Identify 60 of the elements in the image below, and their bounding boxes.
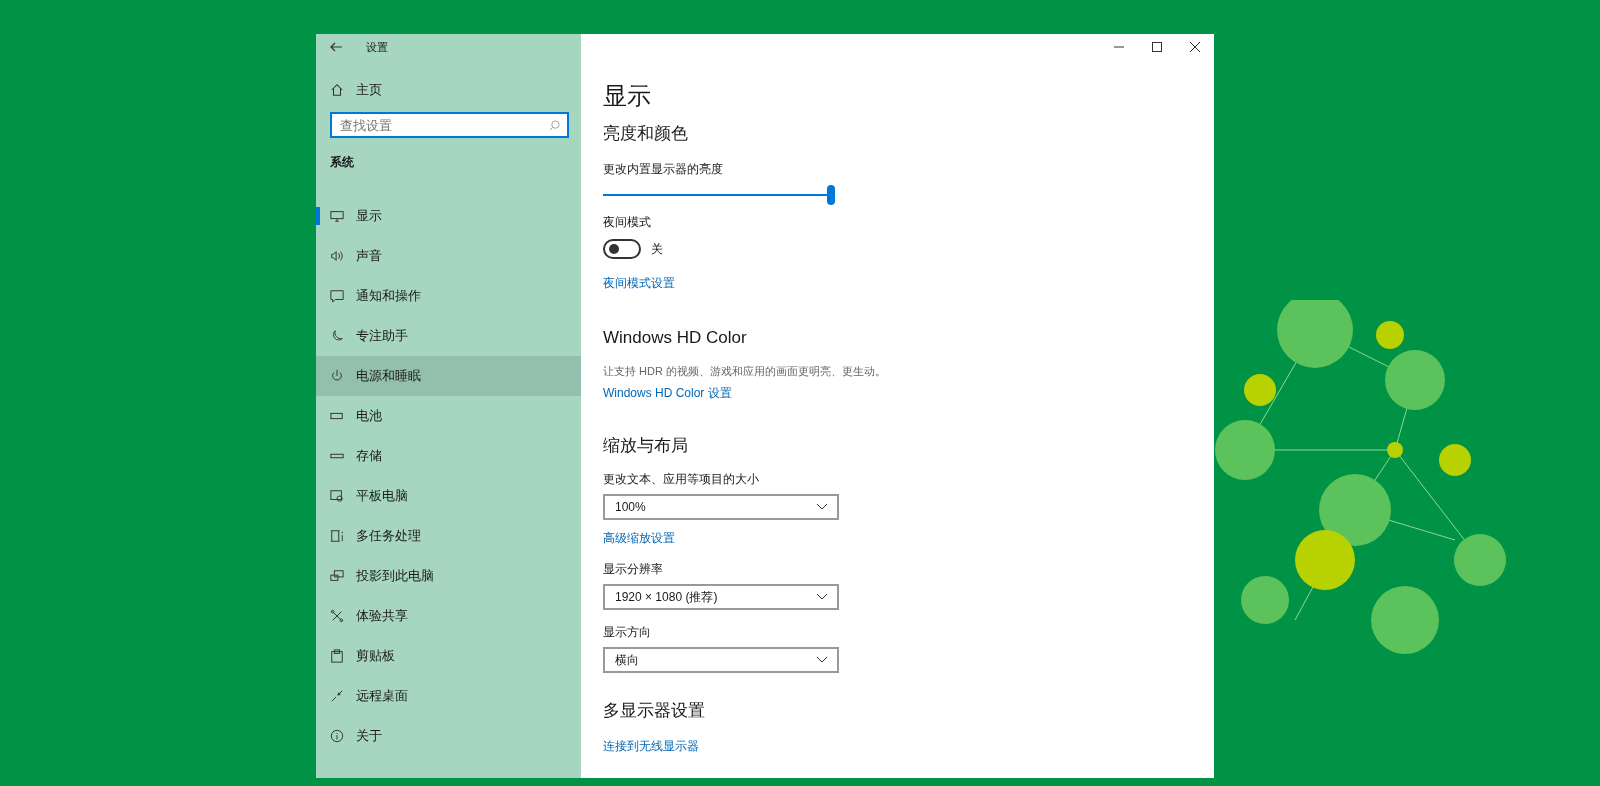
back-arrow-icon[interactable] [330,42,342,52]
settings-link[interactable]: 夜间模式设置 [603,275,675,292]
speaker-icon [330,249,344,263]
remote-icon [330,689,344,703]
settings-link[interactable]: Windows HD Color 设置 [603,385,732,402]
info-icon [330,729,344,743]
description-text: 让支持 HDR 的视频、游戏和应用的画面更明亮、更生动。 [603,364,886,379]
share-icon [330,609,344,623]
chevron-down-icon [817,504,827,510]
search-icon [549,120,560,131]
section-heading: 系统 [330,154,355,171]
sidebar-item[interactable]: 远程桌面 [316,676,581,716]
sidebar-item[interactable]: 关于 [316,716,581,756]
dropdown-label: 更改文本、应用等项目的大小 [603,471,759,488]
section-heading: 多显示器设置 [603,700,705,722]
sidebar-item[interactable]: 投影到此电脑 [316,556,581,596]
close-icon[interactable] [1190,42,1200,52]
multitask-icon [330,529,344,543]
home-nav-item[interactable]: 主页 [330,74,581,106]
sidebar-item[interactable]: 通知和操作 [316,276,581,316]
section-heading: 缩放与布局 [603,435,688,457]
search-field[interactable]: 查找设置 [330,112,569,138]
toggle-label: 夜间模式 [603,214,651,231]
sidebar-item[interactable]: 剪贴板 [316,636,581,676]
sidebar-item[interactable]: 平板电脑 [316,476,581,516]
sidebar-item[interactable]: 存储 [316,436,581,476]
sidebar-item[interactable]: 电池 [316,396,581,436]
window-title: 设置 [366,39,388,55]
settings-link[interactable]: 连接到无线显示器 [603,738,699,755]
slider-thumb[interactable] [827,185,835,205]
page-title: 显示 [603,81,651,111]
dropdown-label: 显示方向 [603,624,651,641]
brightness-slider[interactable] [603,184,835,206]
sidebar-item[interactable]: 专注助手 [316,316,581,356]
power-icon [330,369,344,383]
section-heading: Windows HD Color [603,328,747,348]
section-heading: 亮度和颜色 [603,123,688,145]
clipboard-icon [330,649,344,663]
sidebar-item[interactable]: 显示 [316,196,581,236]
projection-icon [330,569,344,583]
dropdown[interactable]: 1920 × 1080 (推荐) [603,584,839,610]
sidebar-item[interactable]: 声音 [316,236,581,276]
slider-label: 更改内置显示器的亮度 [603,161,723,178]
sidebar-item[interactable]: 多任务处理 [316,516,581,556]
sidebar-item[interactable]: 电源和睡眠 [316,356,581,396]
monitor-icon [330,209,344,223]
sidebar-item[interactable]: 体验共享 [316,596,581,636]
moon-icon [330,329,344,343]
dropdown[interactable]: 横向 [603,647,839,673]
toggle-switch[interactable] [603,239,641,259]
chevron-down-icon [817,657,827,663]
dropdown-label: 显示分辨率 [603,561,663,578]
home-icon [330,83,344,97]
speech-bubble-icon [330,289,344,303]
chevron-down-icon [817,594,827,600]
toggle-state: 关 [651,240,663,258]
settings-link[interactable]: 高级缩放设置 [603,530,675,547]
maximize-icon[interactable] [1152,42,1162,52]
tablet-icon [330,489,344,503]
dropdown[interactable]: 100% [603,494,839,520]
